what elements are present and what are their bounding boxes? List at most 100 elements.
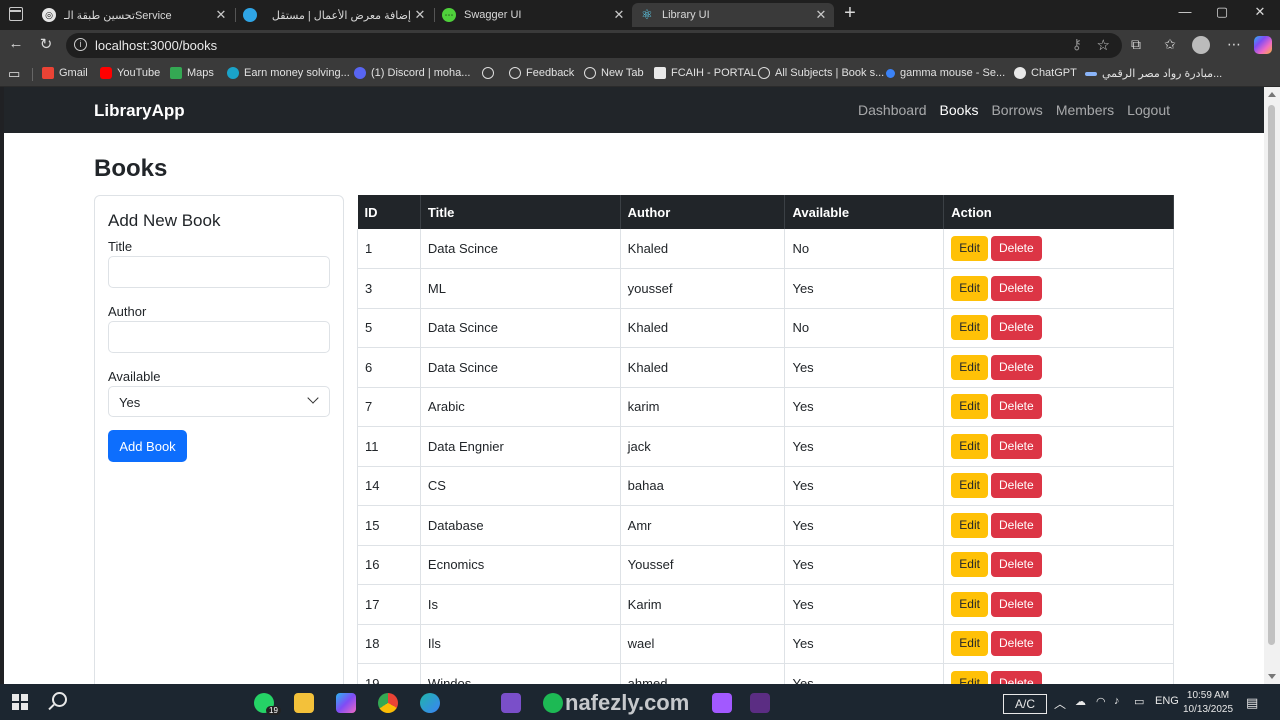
delete-button[interactable]: Delete [990, 275, 1042, 301]
edit-button[interactable]: Edit [951, 236, 988, 261]
cell-id: 16 [357, 545, 421, 585]
extensions-icon[interactable]: ⧉ [1126, 36, 1146, 53]
nav-dashboard[interactable]: Dashboard [858, 102, 927, 118]
file-explorer-icon[interactable] [294, 693, 314, 713]
password-key-icon[interactable]: ⚷ [1072, 36, 1082, 53]
brand-logo[interactable]: LibraryApp [94, 101, 185, 121]
bookmark-feedback[interactable]: Feedback [509, 67, 574, 79]
reading-list-icon[interactable]: ▭ [8, 66, 20, 82]
edit-button[interactable]: Edit [951, 394, 988, 420]
edit-button[interactable]: Edit [951, 552, 988, 578]
add-book-button[interactable]: Add Book [108, 430, 187, 462]
edit-button[interactable]: Edit [951, 433, 988, 459]
bookmark-all-subjects[interactable]: All Subjects | Book s... [758, 67, 884, 79]
maximize-icon[interactable]: ▢ [1207, 4, 1237, 20]
bookmark-fcaih-portal[interactable]: FCAIH - PORTAL [654, 67, 757, 79]
delete-button[interactable]: Delete [990, 552, 1042, 578]
nav-borrows[interactable]: Borrows [991, 102, 1042, 118]
bookmark-discord[interactable]: (1) Discord | moha... [354, 67, 470, 79]
nav-logout[interactable]: Logout [1127, 102, 1170, 118]
copilot-icon[interactable] [1254, 36, 1272, 54]
close-icon[interactable]: ✕ [812, 7, 830, 23]
notifications-icon[interactable]: ▤ [1246, 695, 1258, 711]
author-input[interactable] [108, 321, 330, 353]
visual-studio-icon[interactable] [501, 693, 521, 713]
back-icon[interactable]: ← [6, 35, 26, 52]
refresh-icon[interactable]: ↻ [36, 35, 56, 53]
page-scrollbar[interactable] [1264, 87, 1280, 684]
delete-button[interactable]: Delete [990, 512, 1042, 538]
search-icon[interactable] [52, 692, 67, 707]
scroll-up-icon[interactable] [1268, 92, 1276, 97]
chrome-icon[interactable] [378, 693, 398, 713]
title-input[interactable] [108, 256, 330, 288]
cell-author: bahaa [620, 466, 786, 506]
tab-library-ui[interactable]: ⚛ Library UI ✕ [632, 3, 834, 27]
delete-button[interactable]: Delete [990, 591, 1042, 617]
edge-icon[interactable] [420, 693, 440, 713]
bookmark-star-icon[interactable]: ☆ [1097, 36, 1110, 54]
favorites-icon[interactable]: ✩ [1160, 36, 1180, 53]
more-menu-icon[interactable]: ⋯ [1224, 36, 1244, 53]
close-icon[interactable]: ✕ [212, 7, 230, 23]
tray-expand-icon[interactable]: ︿ [1054, 695, 1066, 712]
scrollbar-thumb[interactable] [1268, 105, 1275, 645]
battery-icon[interactable]: ▭ [1134, 695, 1144, 708]
delete-button[interactable]: Delete [990, 670, 1042, 684]
profile-avatar[interactable] [1192, 36, 1210, 54]
minimize-icon[interactable]: — [1170, 4, 1200, 19]
bookmark-youtube[interactable]: YouTube [100, 67, 160, 79]
wifi-icon[interactable]: ◠ [1096, 695, 1106, 708]
nav-books[interactable]: Books [940, 102, 979, 118]
bookmark-new-tab[interactable]: New Tab [584, 67, 644, 79]
tray-cloud-icon[interactable]: ☁ [1075, 695, 1086, 708]
edit-button[interactable]: Edit [951, 591, 988, 617]
edit-button[interactable]: Edit [951, 631, 988, 657]
language-indicator[interactable]: ENG [1155, 695, 1179, 707]
copilot-icon[interactable] [336, 693, 356, 713]
bookmark-earn-money[interactable]: Earn money solving... [227, 67, 350, 79]
bookmark-gamma-mouse[interactable]: gamma mouse - Se... [886, 67, 1005, 79]
bookmark-gmail[interactable]: Gmail [42, 67, 88, 79]
site-info-icon[interactable]: i [74, 38, 87, 51]
windows-start-icon[interactable] [12, 694, 28, 710]
volume-icon[interactable]: ♪ [1114, 695, 1120, 707]
col-header-author: Author [620, 195, 786, 229]
delete-button[interactable]: Delete [990, 354, 1042, 380]
edit-button[interactable]: Edit [951, 512, 988, 538]
delete-button[interactable]: Delete [990, 631, 1042, 657]
delete-button[interactable]: Delete [990, 394, 1042, 420]
edit-button[interactable]: Edit [951, 473, 988, 499]
terminal-icon[interactable] [750, 693, 770, 713]
close-icon[interactable]: ✕ [411, 7, 429, 23]
cell-id: 5 [357, 308, 421, 348]
scroll-down-icon[interactable] [1268, 674, 1276, 679]
address-bar[interactable]: i localhost:3000/books ⚷ ☆ [66, 33, 1122, 58]
globe-icon[interactable] [482, 67, 499, 79]
tab-service-chat[interactable]: ◎ تحسين طبقة الـService ✕ [34, 3, 234, 27]
close-icon[interactable]: ✕ [610, 7, 628, 23]
edit-button[interactable]: Edit [951, 670, 988, 684]
spotify-icon[interactable] [543, 693, 563, 713]
delete-button[interactable]: Delete [990, 236, 1042, 261]
tab-swagger[interactable]: ⋯ Swagger UI ✕ [434, 3, 632, 27]
bookmark-rowad-masr[interactable]: مبادرة رواد مصر الرقمي... [1085, 67, 1222, 80]
system-clock[interactable]: 10:59 AM 10/13/2025 [1183, 689, 1233, 717]
close-window-icon[interactable]: ✕ [1245, 4, 1275, 20]
tab-actions-icon[interactable] [9, 7, 23, 21]
edit-button[interactable]: Edit [951, 315, 988, 341]
bookmark-maps[interactable]: Maps [170, 67, 214, 79]
delete-button[interactable]: Delete [990, 315, 1042, 341]
nav-members[interactable]: Members [1056, 102, 1114, 118]
url-text[interactable]: localhost:3000/books [95, 38, 217, 53]
clock-date: 10/13/2025 [1183, 704, 1234, 715]
new-tab-icon[interactable]: + [840, 2, 860, 25]
delete-button[interactable]: Delete [990, 433, 1042, 459]
edit-button[interactable]: Edit [951, 354, 988, 380]
edit-button[interactable]: Edit [951, 275, 988, 301]
tab-mostaql[interactable]: إضافة معرض الأعمال | مستقل ✕ [235, 3, 433, 27]
delete-button[interactable]: Delete [990, 473, 1042, 499]
visual-studio-icon[interactable] [712, 693, 732, 713]
bookmark-chatgpt[interactable]: ChatGPT [1014, 67, 1077, 79]
available-select[interactable]: Yes [108, 386, 330, 417]
